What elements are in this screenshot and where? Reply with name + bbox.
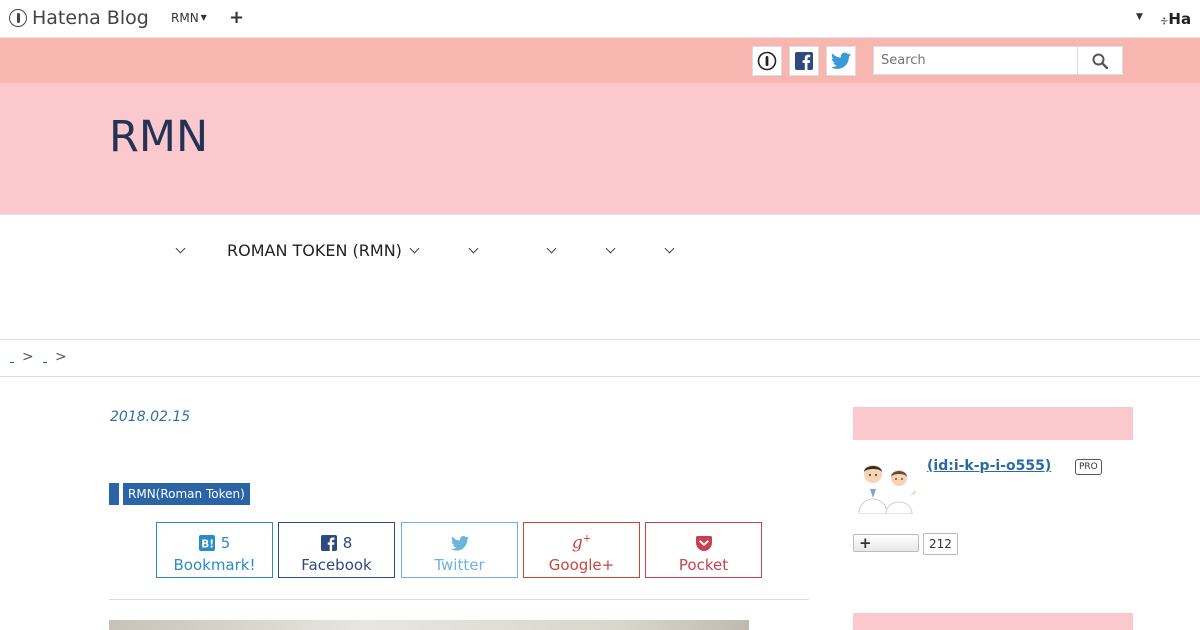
twitter-icon — [450, 535, 469, 551]
twitter-share-button[interactable]: Twitter — [401, 522, 518, 578]
nav-item-4[interactable] — [539, 239, 557, 261]
doctor-nurse-avatar-icon — [858, 465, 916, 515]
add-entry-button[interactable]: + — [229, 7, 244, 28]
avatar[interactable] — [853, 460, 919, 515]
search-button[interactable] — [1077, 46, 1123, 75]
category-tag-rmn[interactable]: RMN(Roman Token) — [123, 483, 250, 505]
breadcrumb-separator: > — [55, 349, 67, 365]
search-icon — [1092, 53, 1108, 69]
google-plus-share-button[interactable]: g+ Google+ — [523, 522, 640, 578]
pocket-share-label: Pocket — [678, 556, 729, 574]
sidebar-profile-heading — [853, 407, 1133, 440]
chevron-down-icon — [546, 243, 557, 253]
nav-item-5[interactable] — [598, 239, 616, 261]
follow-button[interactable]: + — [853, 534, 919, 552]
global-nav: ROMAN TOKEN (RMN) — [0, 215, 1200, 339]
hatena-bookmark-label: Bookmark! — [173, 556, 256, 574]
breadcrumb-separator: > — [22, 349, 34, 365]
hatena-follow-button[interactable] — [752, 46, 782, 76]
hatena-blog-logo-text: Hatena Blog — [32, 7, 149, 29]
follower-count: 212 — [923, 533, 958, 555]
twitter-share-label: Twitter — [434, 556, 485, 574]
blog-switcher-label: RMN — [171, 11, 199, 25]
nav-item-label: ROMAN TOKEN (RMN) — [227, 240, 402, 260]
pocket-icon — [695, 535, 712, 551]
chevron-down-icon — [175, 243, 186, 253]
profile-id-link[interactable]: (id:i-k-p-i-o555) — [927, 458, 1051, 474]
plus-icon: + — [859, 534, 872, 552]
blog-title[interactable]: RMN — [109, 112, 208, 162]
hatena-right-logo[interactable]: ∻Ha — [1160, 10, 1191, 28]
blog-switcher[interactable]: RMN ▼ — [171, 11, 207, 25]
facebook-share-count: 8 — [342, 534, 353, 552]
nav-item-1[interactable] — [168, 239, 186, 261]
hatena-blog-logo[interactable]: Hatena Blog — [9, 6, 149, 30]
svg-text:B!: B! — [201, 539, 214, 551]
divider — [109, 599, 809, 600]
twitter-button[interactable] — [826, 46, 856, 76]
google-plus-share-label: Google+ — [548, 556, 615, 574]
chevron-down-icon — [409, 243, 420, 253]
hatena-right-logo-text: Ha — [1168, 10, 1192, 28]
search-input[interactable] — [873, 46, 1078, 75]
facebook-icon — [320, 535, 337, 551]
post-date[interactable]: 2018.02.15 — [110, 409, 190, 425]
facebook-share-button[interactable]: 8 Facebook — [278, 522, 395, 578]
hatena-bookmark-icon: B! — [198, 535, 215, 551]
chevron-down-icon — [664, 243, 675, 253]
pocket-share-button[interactable]: Pocket — [645, 522, 762, 578]
hatena-icon — [757, 51, 777, 71]
article-eyecatch-image — [109, 620, 749, 630]
hatena-logo-icon — [9, 9, 27, 27]
facebook-icon — [795, 52, 813, 70]
chevron-down-icon — [468, 243, 479, 253]
breadcrumb-link-category[interactable] — [43, 360, 47, 363]
category-tag[interactable] — [109, 483, 119, 505]
hatena-bookmark-share-button[interactable]: B! 5 Bookmark! — [156, 522, 273, 578]
google-plus-icon: g+ — [571, 533, 592, 553]
hatena-bookmark-count: 5 — [220, 534, 231, 552]
nav-item-3[interactable] — [461, 239, 479, 261]
pro-badge: PRO — [1075, 459, 1102, 475]
blog-header: RMN — [0, 83, 1200, 215]
social-search-bar — [0, 38, 1200, 83]
nav-item-6[interactable] — [657, 239, 675, 261]
chevron-down-icon — [605, 243, 616, 253]
breadcrumb: > > — [0, 339, 1200, 377]
twitter-icon — [831, 52, 851, 69]
sidebar-section-heading — [853, 613, 1133, 630]
facebook-button[interactable] — [789, 46, 819, 76]
breadcrumb-link-home[interactable] — [10, 360, 14, 363]
user-menu-caret-icon[interactable]: ▼ — [1136, 12, 1143, 22]
facebook-share-label: Facebook — [301, 556, 372, 574]
nav-item-roman-token[interactable]: ROMAN TOKEN (RMN) — [227, 239, 420, 261]
caret-down-icon: ▼ — [200, 13, 207, 22]
hatena-topbar: Hatena Blog RMN ▼ + ▼ ∻Ha — [0, 0, 1200, 38]
